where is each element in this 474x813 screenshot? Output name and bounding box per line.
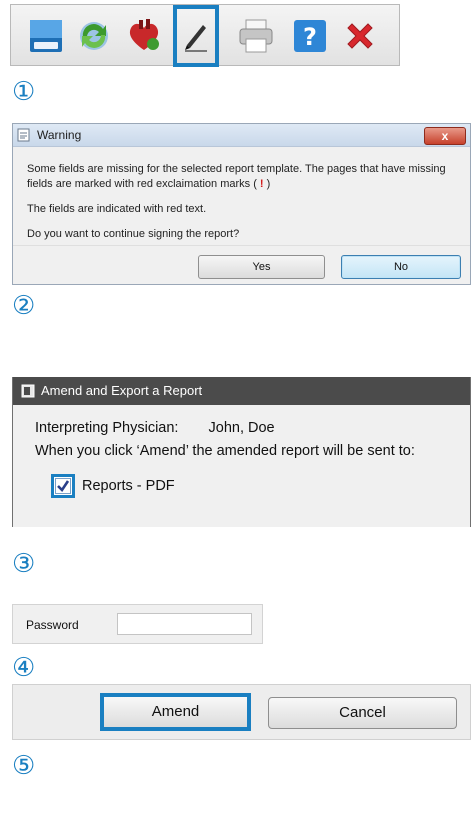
warning-message-close-paren: ) (266, 178, 271, 190)
amend-action-bar: Amend Cancel (12, 684, 471, 740)
heart-icon (129, 19, 159, 50)
reports-pdf-label: Reports - PDF (82, 478, 175, 494)
amend-button[interactable]: Amend (100, 693, 251, 731)
window-icon (21, 384, 35, 398)
step-number-5: ⑤ (12, 751, 36, 781)
amend-title-bar: Amend and Export a Report (13, 377, 470, 405)
close-icon (347, 23, 373, 49)
warning-message: Some fields are missing for the selected… (27, 162, 459, 252)
save-icon (30, 20, 62, 52)
cancel-button[interactable]: Cancel (268, 697, 457, 729)
amend-export-dialog: Amend and Export a Report Interpreting P… (12, 377, 471, 527)
help-button[interactable]: ? (287, 13, 333, 59)
close-button[interactable] (337, 13, 383, 59)
heart-button[interactable] (121, 13, 167, 59)
physician-value: John, Doe (208, 420, 275, 436)
red-exclamation-icon: ! (259, 178, 264, 190)
physician-row: Interpreting Physician: John, Doe (35, 420, 275, 436)
password-label: Password (26, 618, 79, 632)
warning-message-line-2: The fields are indicated with red text. (27, 203, 207, 215)
refresh-button[interactable] (71, 13, 117, 59)
checkmark-icon (55, 478, 71, 494)
svg-text:?: ? (303, 23, 317, 51)
step-number-1: ① (12, 77, 36, 107)
password-panel: Password (12, 604, 263, 644)
amend-info-text: When you click ‘Amend’ the amended repor… (35, 443, 415, 459)
save-button[interactable] (23, 13, 69, 59)
warning-message-line-1: Some fields are missing for the selected… (27, 163, 446, 190)
step-number-3: ③ (12, 549, 36, 579)
step-number-2: ② (12, 291, 36, 321)
warning-message-line-3: Do you want to continue signing the repo… (27, 228, 240, 240)
warning-close-button[interactable]: x (424, 127, 466, 145)
amend-title: Amend and Export a Report (41, 383, 203, 398)
warning-dialog: Warning x Some fields are missing for th… (12, 123, 471, 285)
pen-sign-icon (185, 25, 207, 52)
print-button[interactable] (233, 13, 279, 59)
refresh-icon (80, 22, 108, 50)
warning-title-bar: Warning x (13, 124, 470, 147)
warning-button-bar: Yes No (13, 245, 470, 284)
no-button[interactable]: No (341, 255, 461, 279)
reports-pdf-checkbox[interactable] (51, 474, 75, 498)
physician-label: Interpreting Physician: (35, 420, 179, 436)
document-icon (17, 128, 30, 142)
yes-button[interactable]: Yes (198, 255, 325, 279)
warning-title: Warning (37, 128, 82, 142)
toolbar: ? (10, 4, 400, 67)
sign-button[interactable] (173, 5, 219, 67)
print-icon (239, 19, 273, 53)
password-input[interactable] (117, 613, 252, 635)
help-icon: ? (294, 20, 326, 52)
step-number-4: ④ (12, 653, 36, 683)
